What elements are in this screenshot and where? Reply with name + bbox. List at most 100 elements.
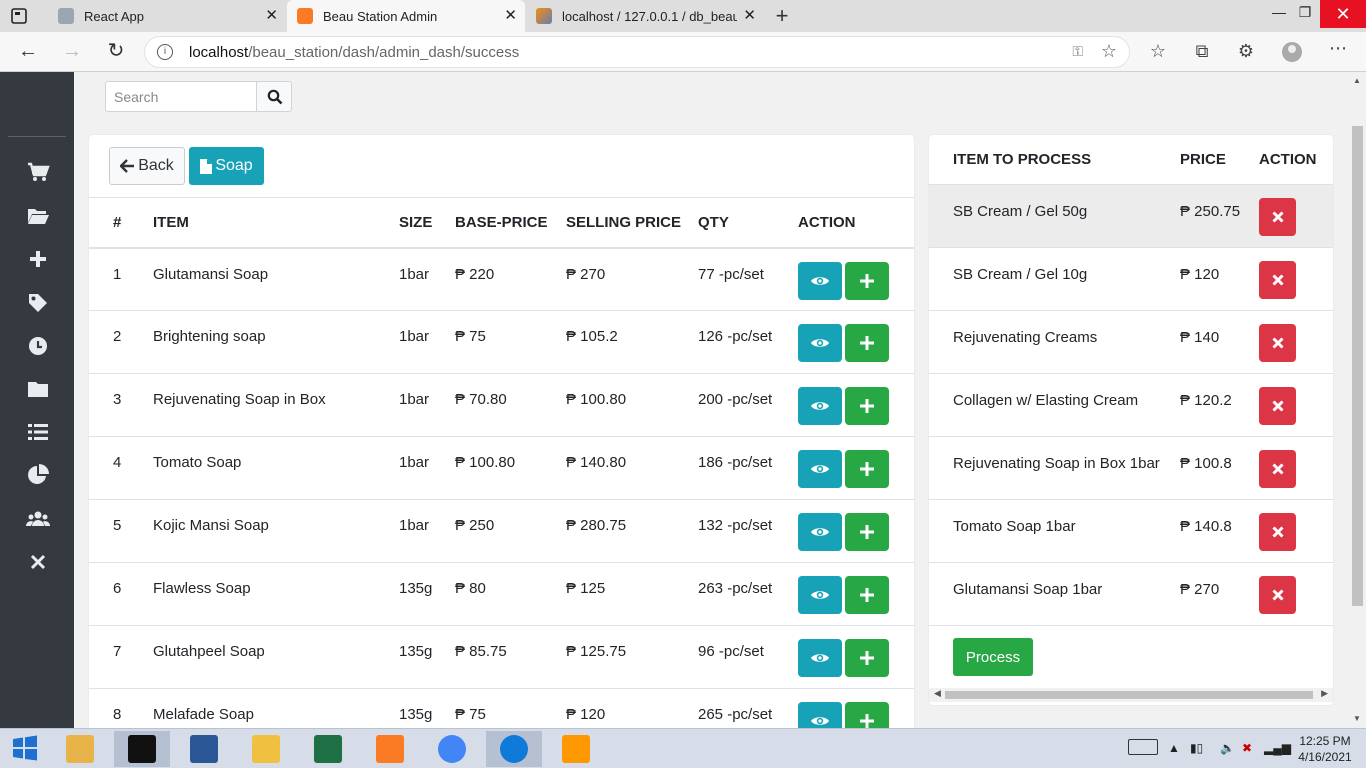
back-arrow-icon[interactable]: ← bbox=[16, 40, 40, 64]
process-table: ITEM TO PROCESS PRICE ACTION SB Cream / … bbox=[929, 135, 1333, 626]
add-to-process-button[interactable] bbox=[845, 639, 889, 677]
window-close-icon[interactable]: ✕ bbox=[1320, 0, 1366, 28]
view-button[interactable] bbox=[798, 450, 842, 488]
plus-icon[interactable] bbox=[26, 247, 50, 271]
taskbar-app-chrome[interactable] bbox=[424, 731, 480, 767]
scroll-right-icon[interactable]: ▶ bbox=[1321, 688, 1328, 699]
url-text[interactable]: localhost/beau_station/dash/admin_dash/s… bbox=[189, 44, 519, 61]
keyboard-icon[interactable] bbox=[1128, 739, 1158, 755]
col-action: ACTION bbox=[798, 213, 856, 231]
add-to-process-button[interactable] bbox=[845, 576, 889, 614]
view-button[interactable] bbox=[798, 576, 842, 614]
extensions-icon[interactable]: ⚙ bbox=[1234, 41, 1258, 62]
cell-action bbox=[1259, 310, 1333, 373]
tab-beau-station-admin[interactable]: Beau Station Admin ✕ bbox=[287, 0, 525, 32]
taskbar-app-word[interactable] bbox=[176, 731, 232, 767]
back-button[interactable]: Back bbox=[109, 147, 185, 185]
folder-open-icon[interactable] bbox=[26, 204, 50, 228]
tab-react-app[interactable]: React App ✕ bbox=[48, 0, 286, 32]
taskbar-app-edge[interactable] bbox=[486, 731, 542, 767]
key-icon[interactable]: ⚿ bbox=[1072, 43, 1083, 60]
view-button[interactable] bbox=[798, 261, 842, 300]
back-label: Back bbox=[138, 157, 174, 174]
battery-icon[interactable]: ▮▯ bbox=[1190, 741, 1203, 755]
signal-icon[interactable]: ▂▄▆ bbox=[1264, 741, 1291, 755]
tab-actions-icon[interactable] bbox=[10, 7, 28, 25]
xampp-icon bbox=[297, 8, 313, 24]
taskbar-app-explorer[interactable] bbox=[238, 731, 294, 767]
table-header-row: # ITEM SIZE BASE-PRICE SELLING PRICE QTY… bbox=[89, 197, 914, 248]
users-icon[interactable] bbox=[26, 507, 50, 531]
col-num: # bbox=[113, 213, 122, 231]
scroll-down-icon[interactable]: ▼ bbox=[1353, 714, 1361, 723]
info-icon[interactable]: i bbox=[157, 44, 173, 60]
taskbar-app-paint[interactable] bbox=[52, 731, 108, 767]
tag-icon[interactable] bbox=[26, 291, 50, 315]
scrollbar-thumb[interactable] bbox=[945, 691, 1313, 699]
horizontal-scrollbar[interactable]: ◀ ▶ bbox=[929, 688, 1333, 702]
close-icon[interactable] bbox=[26, 550, 50, 574]
view-button[interactable] bbox=[798, 387, 842, 425]
more-icon[interactable]: ⋯ bbox=[1326, 38, 1350, 59]
view-button[interactable] bbox=[798, 639, 842, 677]
search-input[interactable] bbox=[105, 81, 256, 112]
refresh-icon[interactable]: ↻ bbox=[104, 40, 128, 64]
cell-base-price: ₱ 70.80 bbox=[455, 391, 507, 408]
remove-item-button[interactable] bbox=[1259, 260, 1296, 299]
cart-icon[interactable] bbox=[26, 160, 50, 184]
process-button[interactable]: Process bbox=[953, 638, 1033, 676]
arrow-left-icon bbox=[120, 159, 135, 173]
chevron-up-icon[interactable]: ▲ bbox=[1168, 741, 1180, 755]
page-scrollbar[interactable]: ▲ ▼ bbox=[1349, 72, 1366, 728]
system-clock[interactable]: 12:25 PM 4/16/2021 bbox=[1290, 733, 1360, 765]
new-tab-icon[interactable]: + bbox=[770, 3, 794, 29]
remove-item-button[interactable] bbox=[1259, 386, 1296, 425]
scrollbar-thumb[interactable] bbox=[1352, 126, 1363, 606]
table-row: SB Cream / Gel 10g ₱ 120 bbox=[929, 247, 1333, 310]
network-error-icon[interactable]: ✖ bbox=[1242, 741, 1252, 755]
close-icon[interactable]: ✕ bbox=[504, 8, 517, 24]
category-soap-button[interactable]: Soap bbox=[189, 147, 264, 185]
cmd-icon bbox=[128, 735, 156, 763]
cell-action bbox=[798, 374, 914, 437]
scroll-up-icon[interactable]: ▲ bbox=[1353, 76, 1361, 85]
taskbar-app-cmd[interactable] bbox=[114, 731, 170, 767]
close-icon[interactable]: ✕ bbox=[265, 8, 278, 24]
view-button[interactable] bbox=[798, 324, 842, 362]
tab-phpmyadmin[interactable]: localhost / 127.0.0.1 / db_beau_i ✕ bbox=[526, 0, 764, 32]
taskbar: ▲ ▮▯ 🔈 ✖ ▂▄▆ 12:25 PM 4/16/2021 bbox=[0, 728, 1366, 768]
pie-chart-icon[interactable] bbox=[26, 463, 50, 487]
cell-selling-price: ₱ 100.80 bbox=[566, 391, 627, 408]
taskbar-app-sublime[interactable] bbox=[548, 731, 604, 767]
add-to-process-button[interactable] bbox=[845, 261, 889, 300]
view-button[interactable] bbox=[798, 513, 842, 551]
add-to-process-button[interactable] bbox=[845, 387, 889, 425]
cell-action bbox=[1259, 247, 1333, 310]
taskbar-app-xampp[interactable] bbox=[362, 731, 418, 767]
add-to-process-button[interactable] bbox=[845, 513, 889, 551]
collections-icon[interactable]: ⧉ bbox=[1190, 41, 1214, 62]
products-table-body: 1 Glutamansi Soap 1bar ₱ 220 ₱ 270 77 -pc/set… bbox=[89, 248, 914, 735]
speaker-icon[interactable]: 🔈 bbox=[1220, 741, 1235, 755]
search-button[interactable] bbox=[256, 81, 292, 112]
remove-item-button[interactable] bbox=[1259, 575, 1296, 614]
add-favorite-icon[interactable]: ☆ bbox=[1101, 41, 1117, 62]
add-to-process-button[interactable] bbox=[845, 324, 889, 362]
folder-icon[interactable] bbox=[26, 377, 50, 401]
windows-start-icon[interactable] bbox=[12, 735, 38, 761]
remove-item-button[interactable] bbox=[1259, 197, 1296, 236]
profile-avatar[interactable] bbox=[1282, 42, 1302, 62]
clock-icon[interactable] bbox=[26, 334, 50, 358]
remove-item-button[interactable] bbox=[1259, 449, 1296, 488]
favorites-icon[interactable]: ☆ bbox=[1146, 41, 1170, 62]
add-to-process-button[interactable] bbox=[845, 450, 889, 488]
address-bar[interactable]: i localhost/beau_station/dash/admin_dash… bbox=[144, 36, 1130, 68]
remove-item-button[interactable] bbox=[1259, 512, 1296, 551]
cell-qty: 200 -pc/set bbox=[698, 391, 773, 408]
taskbar-app-excel[interactable] bbox=[300, 731, 356, 767]
list-icon[interactable] bbox=[26, 420, 50, 444]
close-icon[interactable]: ✕ bbox=[743, 8, 756, 24]
forward-arrow-icon[interactable]: → bbox=[60, 40, 84, 64]
scroll-left-icon[interactable]: ◀ bbox=[934, 688, 941, 699]
remove-item-button[interactable] bbox=[1259, 323, 1296, 362]
